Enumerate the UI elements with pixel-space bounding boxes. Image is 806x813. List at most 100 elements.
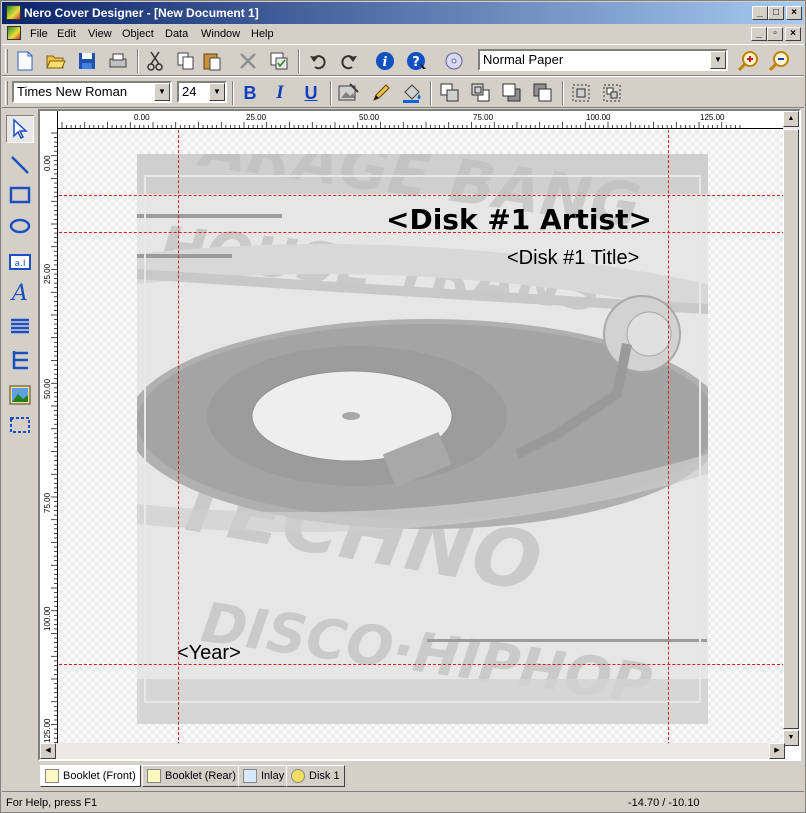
list-tool-icon[interactable] — [6, 313, 34, 341]
vertical-guide[interactable] — [668, 130, 669, 745]
vertical-guide[interactable] — [178, 130, 179, 745]
document-icon[interactable] — [7, 26, 21, 40]
format-toolbar: Times New Roman ▼ 24 ▼ B I U — [2, 76, 804, 108]
maximize-button[interactable]: □ — [768, 6, 784, 20]
scroll-right-icon[interactable]: ▶ — [769, 743, 785, 759]
toolbar-separator — [562, 81, 564, 105]
cursor-coordinates: -14.70 / -10.10 — [628, 797, 700, 809]
send-backward-icon[interactable] — [531, 81, 555, 105]
scroll-up-icon[interactable]: ▲ — [783, 111, 799, 127]
chevron-down-icon[interactable]: ▼ — [209, 83, 225, 101]
toolbar-grip[interactable] — [5, 81, 8, 105]
inlay-icon — [243, 769, 257, 783]
tab-booklet-front[interactable]: Booklet (Front) — [40, 765, 141, 787]
scroll-down-icon[interactable]: ▼ — [783, 730, 799, 746]
new-icon[interactable] — [13, 49, 37, 73]
image-edit-icon[interactable] — [337, 81, 361, 105]
bold-button[interactable]: B — [238, 81, 262, 105]
paper-type-value: Normal Paper — [483, 52, 564, 67]
chevron-down-icon[interactable]: ▼ — [710, 51, 726, 69]
horizontal-guide[interactable] — [59, 232, 785, 233]
italic-button[interactable]: I — [268, 81, 292, 105]
menu-object[interactable]: Object — [122, 26, 154, 42]
pen-color-icon[interactable] — [369, 81, 393, 105]
h-ruler-label: 100.00 — [586, 113, 611, 122]
artistic-text-tool-icon[interactable]: A — [6, 278, 34, 306]
bring-forward-icon[interactable] — [500, 81, 524, 105]
paper-type-select[interactable]: Normal Paper ▼ — [478, 49, 728, 71]
toolbar-grip[interactable] — [5, 49, 8, 73]
send-to-back-icon[interactable] — [469, 81, 493, 105]
vertical-scroll-thumb[interactable] — [783, 129, 799, 729]
select-arrow-icon[interactable] — [6, 115, 34, 143]
tab-label: Booklet (Front) — [63, 770, 136, 782]
year-text[interactable]: <Year> — [177, 642, 241, 665]
horizontal-guide[interactable] — [59, 195, 785, 196]
tab-booklet-rear[interactable]: Booklet (Rear) — [142, 765, 241, 787]
ungroup-icon[interactable] — [600, 81, 624, 105]
paste-icon[interactable] — [200, 49, 224, 73]
menu-help[interactable]: Help — [251, 26, 274, 42]
disk-title-text[interactable]: <Disk #1 Title> — [507, 247, 639, 270]
mdi-minimize-button[interactable]: _ — [751, 27, 767, 41]
underline-button[interactable]: U — [299, 81, 323, 105]
menu-data[interactable]: Data — [165, 26, 188, 42]
scroll-left-icon[interactable]: ◀ — [40, 743, 56, 759]
status-help-text: For Help, press F1 — [6, 797, 98, 809]
tree-tool-icon[interactable] — [6, 346, 34, 374]
drawing-tools: a.I A — [2, 111, 38, 761]
cut-icon[interactable] — [143, 49, 167, 73]
save-icon[interactable] — [75, 49, 99, 73]
mdi-close-button[interactable]: × — [785, 27, 801, 41]
fill-color-icon[interactable] — [400, 81, 424, 105]
disc-icon[interactable] — [442, 49, 466, 73]
open-icon[interactable] — [44, 49, 68, 73]
frame-tool-icon[interactable] — [6, 411, 34, 439]
rectangle-tool-icon[interactable] — [6, 181, 34, 209]
chevron-down-icon[interactable]: ▼ — [154, 83, 170, 101]
h-ruler-label: 0.00 — [134, 113, 150, 122]
horizontal-scrollbar[interactable]: ◀ ▶ — [40, 743, 785, 759]
design-workspace[interactable]: ARAGE BANG HOUSE·TRANS TECHNO DISCO·HIPH… — [59, 130, 785, 745]
ellipse-tool-icon[interactable] — [6, 212, 34, 240]
group-icon[interactable] — [569, 81, 593, 105]
help-icon[interactable]: ? — [405, 49, 429, 73]
cover-page[interactable]: ARAGE BANG HOUSE·TRANS TECHNO DISCO·HIPH… — [137, 154, 708, 724]
background-artwork[interactable]: ARAGE BANG HOUSE·TRANS TECHNO DISCO·HIPH… — [137, 154, 708, 724]
menu-view[interactable]: View — [88, 26, 112, 42]
menu-bar: File Edit View Object Data Window Help _… — [2, 24, 804, 43]
zoom-out-icon[interactable] — [768, 49, 792, 73]
copy-icon[interactable] — [174, 49, 198, 73]
mdi-restore-button[interactable]: ▫ — [767, 27, 783, 41]
status-bar: For Help, press F1 -14.70 / -10.10 — [2, 791, 804, 812]
zoom-in-icon[interactable] — [737, 49, 761, 73]
bring-to-front-icon[interactable] — [438, 81, 462, 105]
title-bar[interactable]: Nero Cover Designer - [New Document 1] _… — [2, 2, 804, 24]
close-button[interactable]: × — [786, 6, 802, 20]
horizontal-ruler: 0.00 25.00 50.00 75.00 100.00 125.00 — [40, 111, 785, 129]
booklet-icon — [45, 769, 59, 783]
menu-edit[interactable]: Edit — [57, 26, 76, 42]
font-family-select[interactable]: Times New Roman ▼ — [12, 81, 172, 103]
app-icon — [6, 5, 21, 20]
vertical-ruler: 0.00 25.00 50.00 75.00 100.00 125.00 — [40, 111, 58, 746]
vertical-scrollbar[interactable]: ▲ ▼ — [783, 111, 799, 746]
toolbar-separator — [137, 49, 139, 73]
delete-icon[interactable] — [236, 49, 260, 73]
properties-icon[interactable] — [267, 49, 291, 73]
undo-icon[interactable] — [306, 49, 330, 73]
image-tool-icon[interactable] — [6, 381, 34, 409]
menu-file[interactable]: File — [30, 26, 48, 42]
tab-disk-1[interactable]: Disk 1 — [286, 765, 345, 787]
v-ruler-label: 125.00 — [43, 718, 52, 743]
horizontal-guide[interactable] — [59, 664, 785, 665]
print-icon[interactable] — [106, 49, 130, 73]
line-tool-icon[interactable] — [6, 151, 34, 179]
tab-inlay[interactable]: Inlay — [238, 765, 290, 787]
info-icon[interactable]: i — [373, 49, 397, 73]
text-box-tool-icon[interactable]: a.I — [6, 248, 34, 276]
menu-window[interactable]: Window — [201, 26, 240, 42]
minimize-button[interactable]: _ — [752, 6, 768, 20]
font-size-select[interactable]: 24 ▼ — [177, 81, 227, 103]
redo-icon[interactable] — [337, 49, 361, 73]
